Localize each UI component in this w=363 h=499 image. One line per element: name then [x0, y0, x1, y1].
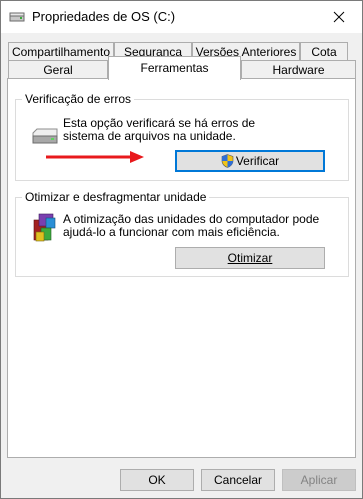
- tab-hardware[interactable]: Hardware: [241, 60, 356, 78]
- properties-window: Propriedades de OS (C:) Compartilhamento…: [0, 0, 363, 499]
- apply-button[interactable]: Aplicar: [282, 469, 356, 491]
- defrag-icon: [31, 210, 59, 247]
- title-bar[interactable]: Propriedades de OS (C:): [1, 1, 362, 33]
- close-button[interactable]: [316, 1, 362, 33]
- error-check-label: Verificação de erros: [22, 92, 135, 106]
- hard-drive-icon: [31, 127, 59, 148]
- cancel-button[interactable]: Cancelar: [201, 469, 275, 491]
- ok-button-label: OK: [148, 473, 166, 487]
- close-icon: [333, 11, 345, 23]
- optimize-button-label: Otimizar: [227, 251, 273, 265]
- verify-button[interactable]: Verificar: [175, 150, 325, 172]
- cancel-button-label: Cancelar: [213, 473, 263, 487]
- verify-button-label: Verificar: [235, 154, 280, 168]
- tab-ferramentas[interactable]: Ferramentas: [108, 56, 241, 80]
- drive-icon: [9, 10, 25, 24]
- optimize-button[interactable]: Otimizar: [175, 247, 325, 269]
- red-arrow-icon: [45, 151, 145, 166]
- error-check-group: Verificação de erros Esta opção verifica…: [15, 92, 349, 181]
- optimize-description-line2: ajudá-lo a funcionar com mais eficiência…: [63, 225, 280, 239]
- error-check-description-line2: sistema de arquivos na unidade.: [63, 129, 236, 143]
- ok-button[interactable]: OK: [120, 469, 194, 491]
- window-title: Propriedades de OS (C:): [32, 9, 176, 24]
- apply-button-label: Aplicar: [300, 473, 338, 487]
- tab-cota[interactable]: Cota: [300, 42, 348, 60]
- tools-panel: Verificação de erros Esta opção verifica…: [7, 78, 356, 458]
- optimize-label: Otimizar e desfragmentar unidade: [22, 190, 210, 204]
- tab-compartilhamento[interactable]: Compartilhamento: [8, 42, 114, 60]
- uac-shield-icon: [221, 154, 234, 168]
- optimize-group: Otimizar e desfragmentar unidade A otimi…: [15, 190, 349, 277]
- tab-geral[interactable]: Geral: [8, 60, 108, 78]
